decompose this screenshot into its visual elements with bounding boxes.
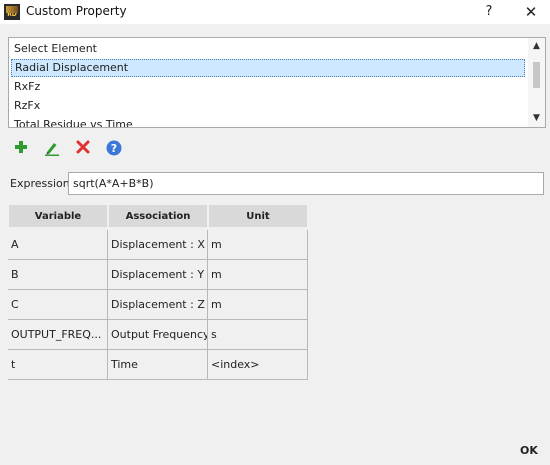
- scroll-down-icon[interactable]: ▼: [528, 111, 545, 125]
- delete-x-icon: [76, 140, 90, 154]
- list-item[interactable]: Total Residue vs Time: [11, 116, 525, 127]
- list-scrollbar[interactable]: ▲ ▼: [528, 38, 545, 127]
- table-cell-association[interactable]: Displacement : X: [108, 230, 208, 260]
- app-logo-icon: RD: [4, 4, 20, 20]
- table-cell-variable[interactable]: OUTPUT_FREQ...: [8, 320, 108, 350]
- ok-button[interactable]: OK: [520, 444, 538, 457]
- table-cell-unit[interactable]: m: [208, 260, 308, 290]
- title-bar: RD Custom Property ? ✕: [0, 0, 550, 24]
- element-list[interactable]: Select Element Radial Displacement RxFz …: [8, 37, 546, 128]
- expression-label: Expression: [10, 177, 70, 190]
- svg-text:?: ?: [111, 142, 117, 155]
- plus-icon: [15, 141, 27, 153]
- add-button[interactable]: [12, 140, 30, 158]
- list-item[interactable]: Select Element: [11, 40, 525, 58]
- table-cell-variable[interactable]: B: [8, 260, 108, 290]
- list-item[interactable]: RxFz: [11, 78, 525, 96]
- table-cell-unit[interactable]: <index>: [208, 350, 308, 380]
- table-cell-variable[interactable]: t: [8, 350, 108, 380]
- close-button[interactable]: ✕: [520, 2, 542, 22]
- edit-button[interactable]: [43, 140, 61, 158]
- delete-button[interactable]: [74, 140, 92, 158]
- list-item-selected[interactable]: Radial Displacement: [11, 59, 525, 77]
- table-cell-unit[interactable]: m: [208, 230, 308, 260]
- help-tool-button[interactable]: ?: [105, 140, 123, 158]
- table-cell-association[interactable]: Time: [108, 350, 208, 380]
- window-title: Custom Property: [26, 4, 127, 18]
- table-cell-association[interactable]: Output Frequency: [108, 320, 208, 350]
- scroll-up-icon[interactable]: ▲: [528, 39, 545, 53]
- column-header-association[interactable]: Association: [108, 204, 208, 228]
- column-header-variable[interactable]: Variable: [8, 204, 108, 228]
- table-cell-variable[interactable]: C: [8, 290, 108, 320]
- pencil-icon: [45, 143, 59, 156]
- help-button[interactable]: ?: [480, 2, 498, 22]
- table-cell-unit[interactable]: m: [208, 290, 308, 320]
- table-cell-variable[interactable]: A: [8, 230, 108, 260]
- scroll-thumb[interactable]: [533, 62, 540, 88]
- expression-input[interactable]: sqrt(A*A+B*B): [68, 172, 544, 195]
- list-item[interactable]: RzFx: [11, 97, 525, 115]
- table-cell-association[interactable]: Displacement : Z: [108, 290, 208, 320]
- help-icon: ?: [106, 140, 122, 156]
- table-cell-association[interactable]: Displacement : Y: [108, 260, 208, 290]
- column-header-unit[interactable]: Unit: [208, 204, 308, 228]
- table-cell-unit[interactable]: s: [208, 320, 308, 350]
